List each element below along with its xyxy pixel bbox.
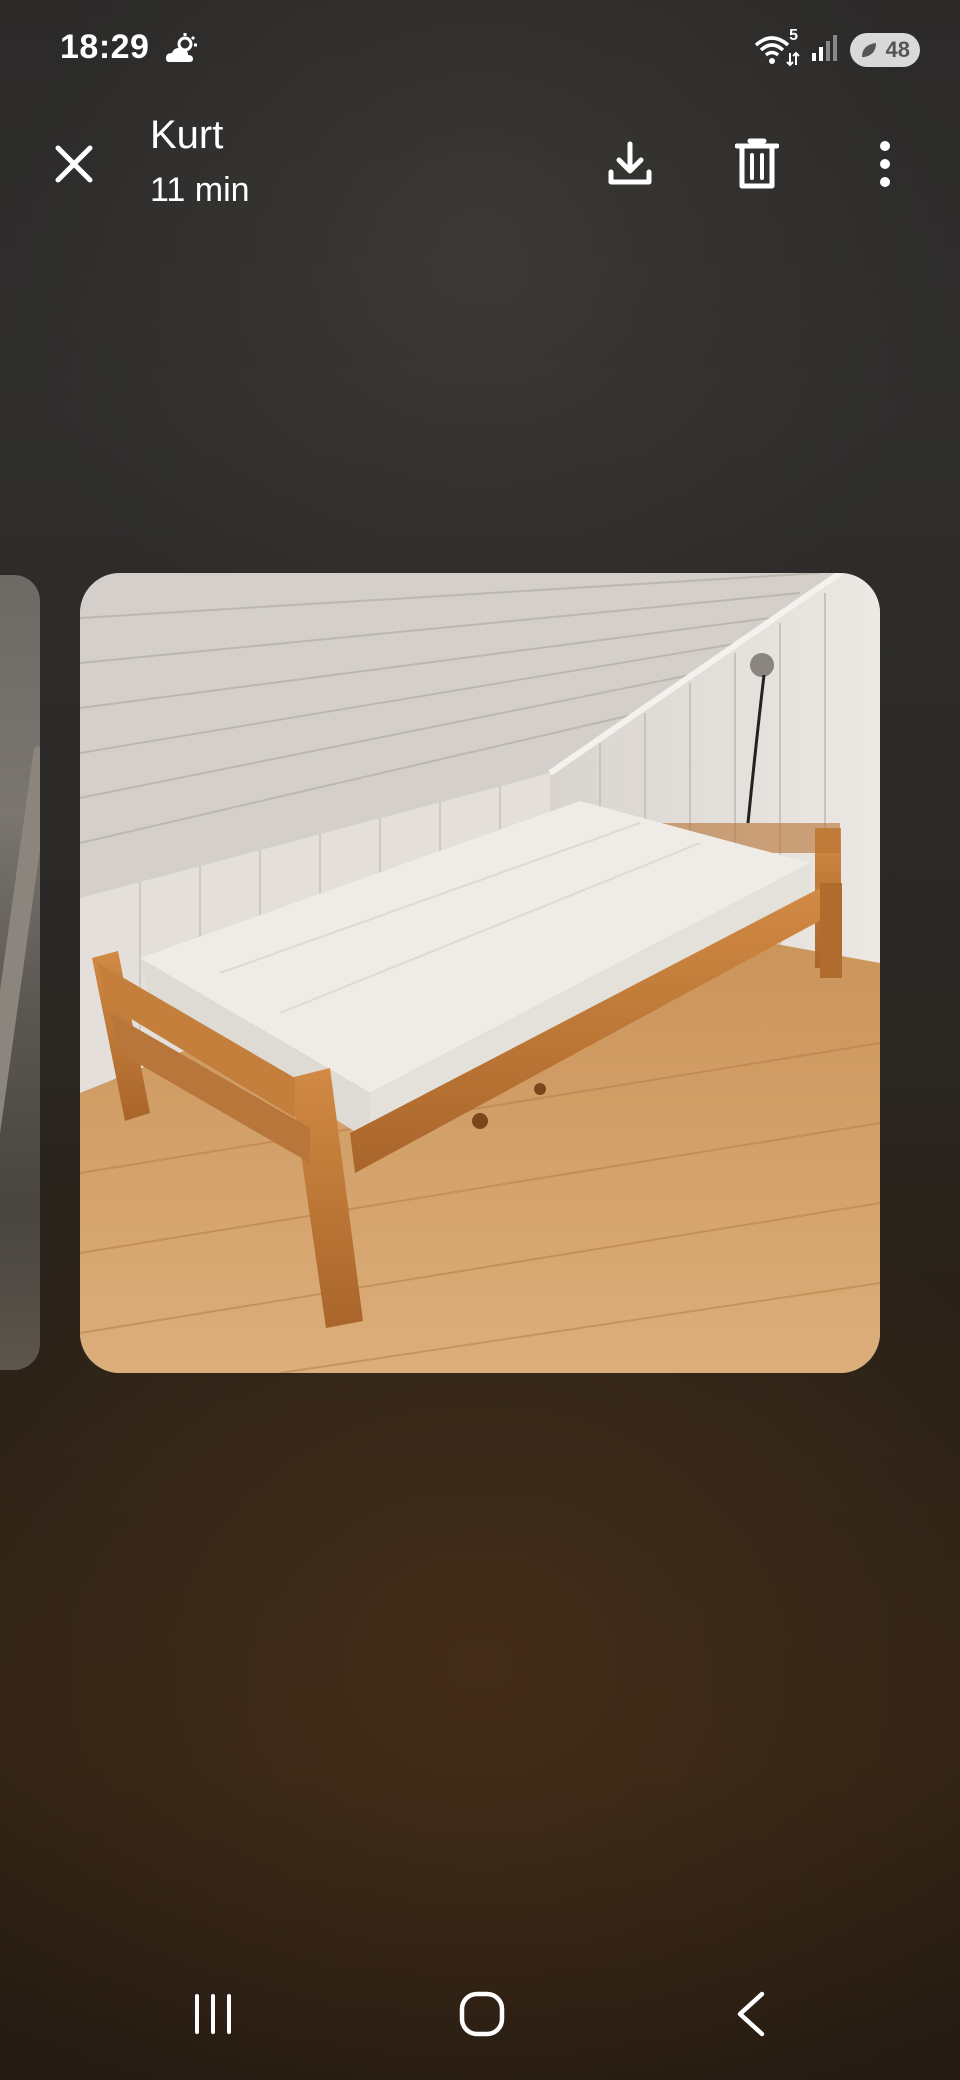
wifi-badge: 5 — [789, 27, 798, 44]
sent-time: 11 min — [150, 171, 250, 209]
previous-image-peek[interactable] — [0, 575, 40, 1370]
battery-indicator: 48 — [850, 33, 920, 67]
delete-button[interactable] — [721, 128, 793, 200]
status-time: 18:29 — [60, 28, 150, 66]
battery-level: 48 — [885, 37, 910, 62]
recent-apps-icon — [195, 1994, 231, 2034]
wifi-icon: 5 — [754, 27, 800, 67]
more-vertical-icon — [880, 141, 890, 187]
partly-cloudy-icon — [164, 32, 200, 68]
battery-saver-icon — [862, 43, 876, 57]
download-icon — [608, 141, 652, 185]
signal-icon — [810, 33, 840, 68]
more-options-button[interactable] — [849, 128, 921, 200]
status-bar: 18:29 5 48 — [0, 0, 960, 100]
bed-photo — [80, 573, 880, 1373]
recent-apps-button[interactable] — [163, 1964, 263, 2064]
home-button[interactable] — [432, 1964, 532, 2064]
photo-viewer-image[interactable] — [80, 573, 880, 1373]
close-button[interactable] — [38, 128, 110, 200]
trash-icon — [735, 138, 779, 189]
previous-image-content — [0, 745, 40, 1165]
sender-name: Kurt — [150, 113, 224, 157]
close-icon — [55, 145, 93, 183]
back-icon — [737, 1991, 765, 2037]
system-nav-bar — [0, 1950, 960, 2080]
viewer-top-bar: Kurt 11 min — [0, 110, 960, 220]
status-icons: 5 48 — [754, 27, 920, 70]
download-button[interactable] — [594, 128, 666, 200]
back-button[interactable] — [702, 1964, 802, 2064]
sender-info: Kurt 11 min — [150, 110, 250, 212]
home-icon — [459, 1991, 505, 2037]
